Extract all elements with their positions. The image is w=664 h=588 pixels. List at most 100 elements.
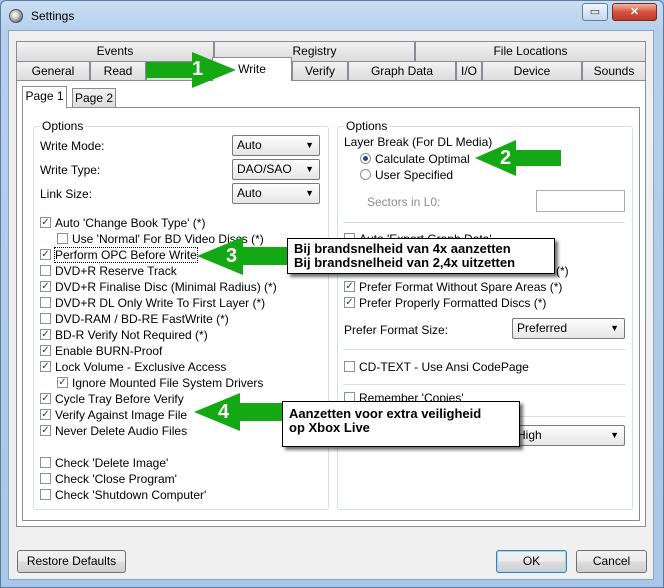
annotation-number-4: 4 [218, 401, 230, 423]
callout-verify: Aanzetten voor extra veiligheid op Xbox … [282, 401, 520, 447]
use-normal-bd-checkbox[interactable]: Use 'Normal' For BD Video Discs (*) [57, 232, 264, 246]
priority-select[interactable]: High ▼ [512, 425, 625, 446]
sectors-label: Sectors in L0: [367, 195, 441, 209]
callout-opc-line1: Bij brandsnelheid van 4x aanzetten [294, 241, 511, 256]
chevron-down-icon: ▼ [610, 323, 619, 333]
tab-graph-data[interactable]: Graph Data [348, 61, 456, 81]
link-size-value: Auto [237, 186, 262, 200]
checkmark-icon: ✓ [40, 217, 51, 228]
check-close-program-label: Check 'Close Program' [55, 472, 177, 486]
prefer-spare-checkbox[interactable]: ✓ Prefer Format Without Spare Areas (*) [344, 280, 562, 294]
cdtext-checkbox[interactable]: CD-TEXT - Use Ansi CodePage [344, 360, 529, 374]
prefer-format-size-select[interactable]: Preferred ▼ [512, 318, 625, 339]
dvd-r-dl-first-layer-label: DVD+R DL Only Write To First Layer (*) [55, 296, 266, 310]
check-shutdown-checkbox[interactable]: Check 'Shutdown Computer' [40, 488, 206, 502]
write-type-label: Write Type: [40, 163, 101, 177]
checkmark-icon: ✓ [40, 345, 51, 356]
check-shutdown-label: Check 'Shutdown Computer' [55, 488, 207, 502]
checkmark-icon: ✓ [344, 281, 355, 292]
radio-calc-label: Calculate Optimal [375, 152, 470, 166]
prefer-formatted-checkbox[interactable]: ✓ Prefer Properly Formatted Discs (*) [344, 296, 546, 310]
annotation-number-1: 1 [192, 58, 204, 80]
check-delete-image-checkbox[interactable]: Check 'Delete Image' [40, 456, 168, 470]
radio-empty-icon [360, 169, 371, 180]
chevron-down-icon: ▼ [305, 188, 314, 198]
tab-events[interactable]: Events [16, 41, 214, 61]
ignore-mounted-fs-checkbox[interactable]: ✓ Ignore Mounted File System Drivers [57, 376, 263, 390]
dvd-r-reserve-track-checkbox[interactable]: DVD+R Reserve Track [40, 264, 177, 278]
separator [343, 384, 625, 385]
ignore-mounted-fs-label: Ignore Mounted File System Drivers [72, 376, 264, 390]
lock-volume-label: Lock Volume - Exclusive Access [55, 360, 227, 374]
prefer-formatted-label: Prefer Properly Formatted Discs (*) [359, 296, 547, 310]
dvd-ram-fastwrite-checkbox[interactable]: DVD-RAM / BD-RE FastWrite (*) [40, 312, 229, 326]
ok-button[interactable]: OK [496, 550, 567, 573]
auto-change-book-type-checkbox[interactable]: ✓ Auto 'Change Book Type' (*) [40, 216, 205, 230]
left-group-title: Options [40, 119, 86, 133]
verify-against-image-checkbox[interactable]: ✓ Verify Against Image File [40, 408, 187, 422]
tab-verify[interactable]: Verify [292, 61, 348, 81]
prefer-format-size-value: Preferred [517, 321, 568, 335]
checkmark-icon: ✓ [40, 329, 51, 340]
checkmark-icon: ✓ [344, 297, 355, 308]
bd-r-verify-label: BD-R Verify Not Required (*) [55, 328, 208, 342]
cancel-button[interactable]: Cancel [576, 550, 647, 573]
radio-calculate-optimal[interactable]: Calculate Optimal [360, 152, 470, 166]
lock-volume-checkbox[interactable]: ✓ Lock Volume - Exclusive Access [40, 360, 226, 374]
cycle-tray-checkbox[interactable]: ✓ Cycle Tray Before Verify [40, 392, 184, 406]
link-size-select[interactable]: Auto ▼ [232, 183, 320, 204]
restore-icon[interactable]: ▭ [582, 3, 608, 21]
checkbox-empty-icon [40, 473, 51, 484]
checkbox-empty-icon [57, 233, 68, 244]
chevron-down-icon: ▼ [610, 430, 619, 440]
bd-r-verify-checkbox[interactable]: ✓ BD-R Verify Not Required (*) [40, 328, 208, 342]
sectors-input[interactable] [536, 190, 625, 212]
cdtext-label: CD-TEXT - Use Ansi CodePage [359, 360, 529, 374]
checkbox-empty-icon [344, 361, 355, 372]
prefer-format-size-label: Prefer Format Size: [344, 323, 449, 337]
link-size-label: Link Size: [40, 187, 93, 201]
check-close-program-checkbox[interactable]: Check 'Close Program' [40, 472, 177, 486]
checkmark-icon: ✓ [40, 249, 51, 260]
never-delete-audio-checkbox[interactable]: ✓ Never Delete Audio Files [40, 424, 187, 438]
enable-burn-proof-checkbox[interactable]: ✓ Enable BURN-Proof [40, 344, 162, 358]
close-icon[interactable]: ✕ [612, 3, 657, 21]
dvd-r-reserve-track-label: DVD+R Reserve Track [55, 264, 177, 278]
radio-user-specified[interactable]: User Specified [360, 168, 453, 182]
perform-opc-label: Perform OPC Before Write [54, 247, 198, 263]
tab-file-locations[interactable]: File Locations [415, 41, 646, 61]
dvd-ram-fastwrite-label: DVD-RAM / BD-RE FastWrite (*) [55, 312, 229, 326]
radio-user-label: User Specified [375, 168, 454, 182]
tab-read[interactable]: Read [90, 61, 146, 81]
tab-sounds[interactable]: Sounds [582, 61, 646, 81]
checkbox-empty-icon [40, 457, 51, 468]
restore-defaults-button[interactable]: Restore Defaults [17, 550, 126, 573]
write-type-select[interactable]: DAO/SAO ▼ [232, 159, 320, 180]
perform-opc-checkbox[interactable]: ✓ Perform OPC Before Write [40, 247, 198, 263]
checkbox-empty-icon [40, 489, 51, 500]
checkbox-empty-icon [40, 265, 51, 276]
check-delete-image-label: Check 'Delete Image' [55, 456, 169, 470]
dvd-r-finalise-checkbox[interactable]: ✓ DVD+R Finalise Disc (Minimal Radius) (*… [40, 280, 277, 294]
dvd-r-dl-first-layer-checkbox[interactable]: DVD+R DL Only Write To First Layer (*) [40, 296, 265, 310]
annotation-number-2: 2 [500, 147, 512, 169]
checkbox-empty-icon [40, 297, 51, 308]
tab-write[interactable]: Write [212, 57, 292, 81]
annotation-number-3: 3 [226, 245, 238, 267]
callout-verify-line2: op Xbox Live [289, 420, 370, 435]
checkmark-icon: ✓ [57, 377, 68, 388]
prefer-spare-label: Prefer Format Without Spare Areas (*) [359, 280, 563, 294]
tab-io[interactable]: I/O [456, 61, 482, 81]
verify-against-image-label: Verify Against Image File [55, 408, 188, 422]
hidden-suffix: (*) [556, 264, 569, 278]
tab-device[interactable]: Device [482, 61, 582, 81]
callout-verify-line1: Aanzetten voor extra veiligheid [289, 406, 482, 421]
write-mode-value: Auto [237, 138, 262, 152]
subtab-page-2[interactable]: Page 2 [72, 88, 116, 108]
priority-value: High [517, 428, 542, 442]
subtab-page-1[interactable]: Page 1 [22, 86, 67, 108]
checkbox-empty-icon [40, 313, 51, 324]
checkmark-icon: ✓ [40, 393, 51, 404]
tab-general[interactable]: General [16, 61, 90, 81]
write-mode-select[interactable]: Auto ▼ [232, 135, 320, 156]
